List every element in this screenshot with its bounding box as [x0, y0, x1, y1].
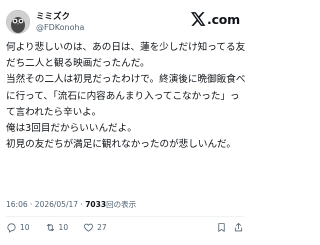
tweet-card: ミミズク @FDKonoha .com 何より悲しいのは、あの日は、蓮を少しだけ…: [0, 0, 250, 245]
share-icon: [234, 222, 243, 232]
retweet-button[interactable]: 10: [45, 222, 69, 233]
retweet-icon: [46, 223, 54, 232]
divider: [6, 216, 244, 217]
post-time[interactable]: 16:06: [6, 200, 28, 209]
user-handle[interactable]: @FDKonoha: [36, 23, 84, 33]
display-name[interactable]: ミミズク: [36, 12, 70, 22]
x-logo: .com: [191, 11, 240, 27]
post-meta: 16:06 · 2026/05/17 · 7033回の表示: [6, 200, 136, 210]
x-logo-text: .com: [207, 11, 240, 27]
bookmark-button[interactable]: [216, 222, 227, 233]
bookmark-icon: [218, 223, 225, 232]
like-count: 27: [97, 223, 107, 232]
like-button[interactable]: 27: [83, 222, 107, 233]
avatar[interactable]: [6, 10, 30, 34]
views-label: 回の表示: [106, 200, 137, 209]
reply-button[interactable]: 10: [6, 222, 30, 233]
x-logo-icon: [191, 12, 206, 26]
meta-separator: ·: [80, 200, 83, 209]
retweet-count: 10: [58, 223, 69, 232]
meta-separator: ·: [30, 200, 33, 209]
reply-count: 10: [20, 223, 30, 232]
reply-icon: [7, 223, 16, 233]
avatar-owl-image: [6, 10, 30, 34]
action-bar: 10 10 27: [6, 222, 246, 233]
heart-icon: [84, 223, 94, 232]
post-text: 何より悲しいのは、あの日は、蓮を少しだけ知ってる友だち二人と観る映画だったんだ。…: [6, 42, 246, 151]
views-count: 7033: [85, 200, 107, 209]
share-button[interactable]: [233, 222, 244, 233]
post-date[interactable]: 2026/05/17: [35, 200, 78, 209]
